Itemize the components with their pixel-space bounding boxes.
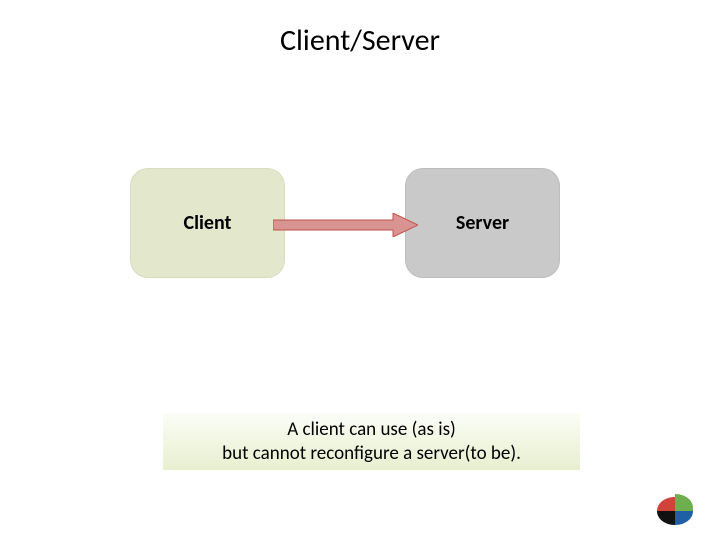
server-node-label: Server [456, 211, 509, 235]
caption-line-2: but cannot reconfigure a server(to be). [222, 442, 521, 466]
server-node: Server [405, 168, 560, 278]
corner-logo-icon [652, 494, 698, 528]
client-node-label: Client [184, 211, 232, 235]
caption-line-1: A client can use (as is) [222, 418, 521, 442]
caption-box: A client can use (as is) but cannot reco… [163, 413, 580, 470]
client-node: Client [130, 168, 285, 278]
client-to-server-arrow [273, 213, 418, 237]
arrow-right-icon [273, 213, 418, 237]
slide-title: Client/Server [0, 22, 720, 59]
